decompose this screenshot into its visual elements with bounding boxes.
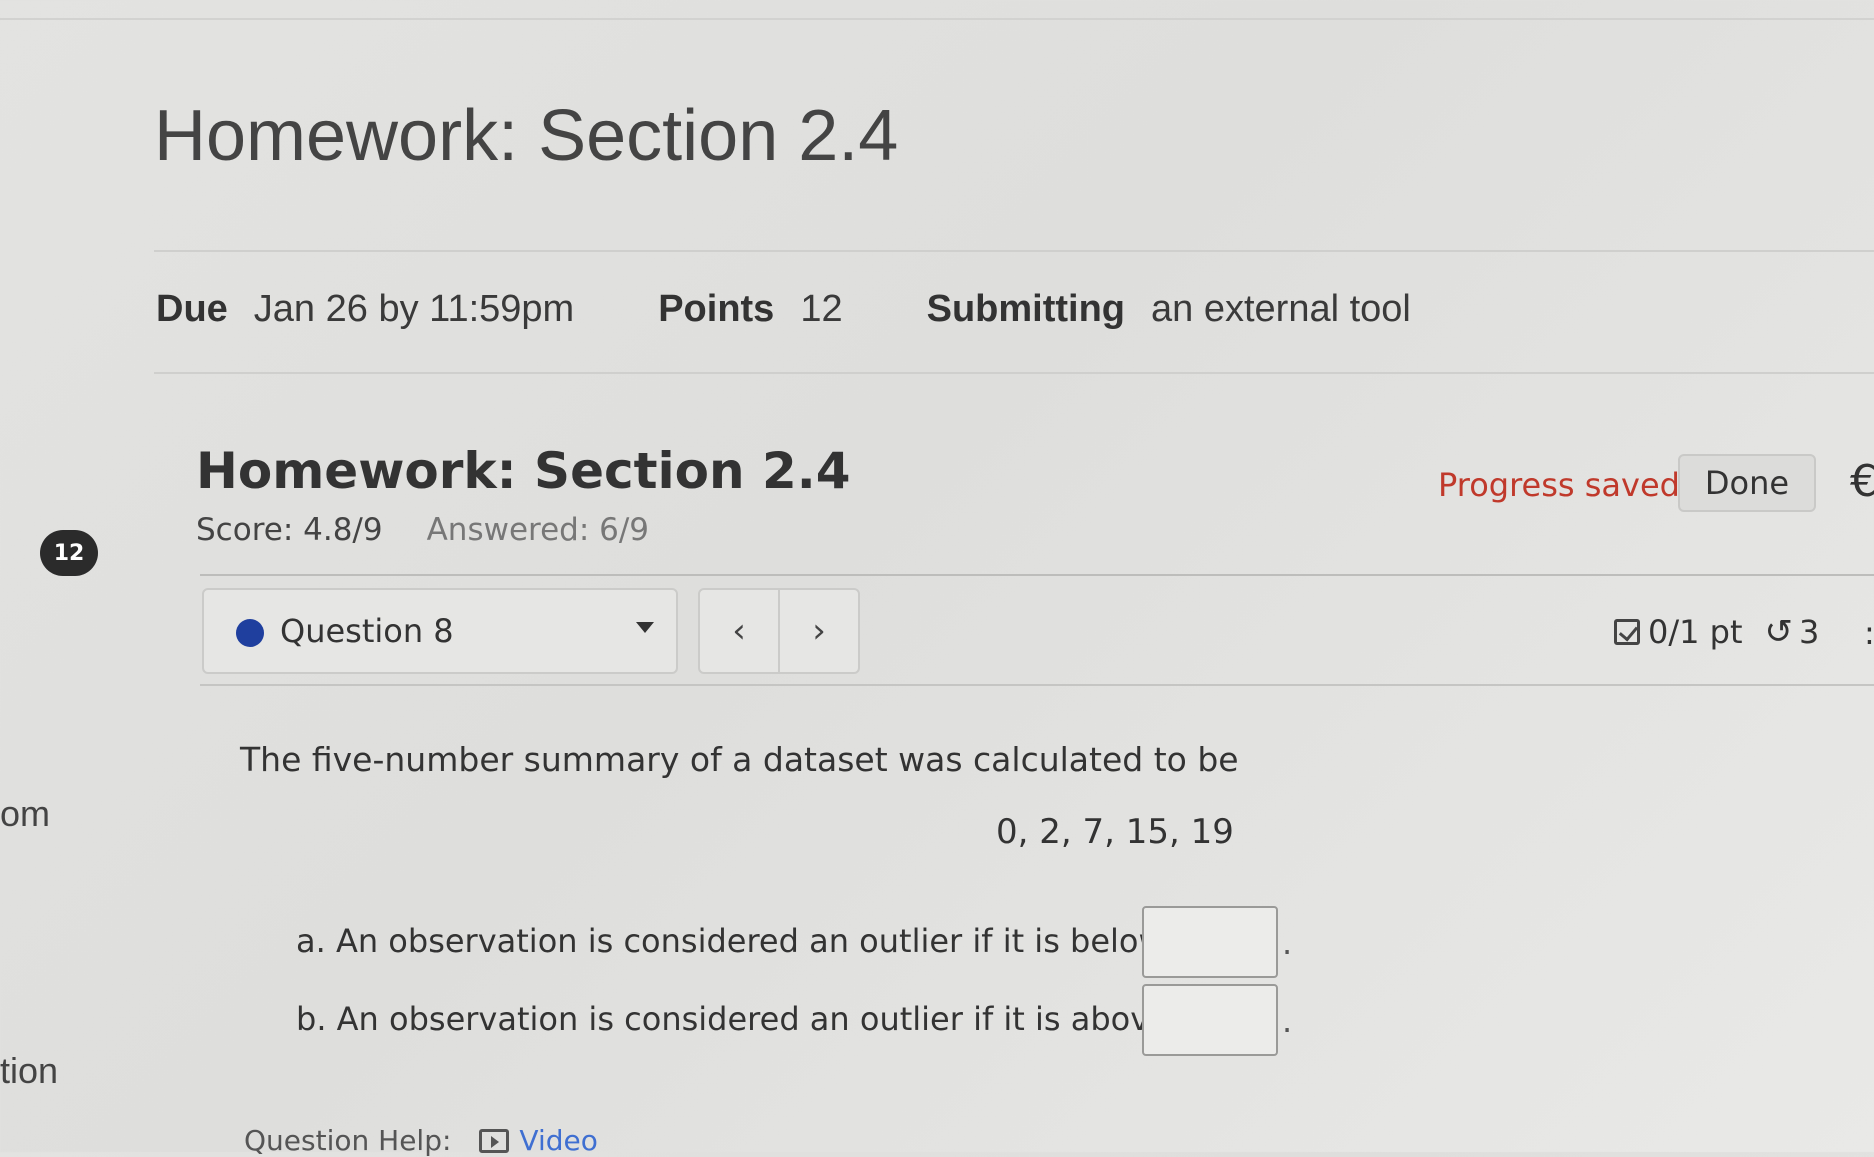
answer-input-a[interactable]	[1142, 906, 1278, 978]
more-options-icon[interactable]: :	[1864, 614, 1874, 652]
nav-top-divider	[200, 574, 1874, 576]
video-icon[interactable]	[479, 1128, 510, 1153]
question-select[interactable]: Question 8	[202, 588, 678, 674]
answered-text: Answered: 6/9	[426, 512, 650, 548]
done-button[interactable]: Done	[1678, 454, 1816, 512]
answer-input-b[interactable]	[1142, 984, 1278, 1056]
nav-bottom-divider	[200, 684, 1874, 686]
retry-icon[interactable]: ↺	[1765, 612, 1794, 652]
score-summary: Score: 4.8/9 Answered: 6/9	[196, 512, 649, 548]
chevron-left-icon: ‹	[732, 611, 746, 651]
progress-status: Progress saved	[1438, 466, 1680, 504]
attempts-count: 3	[1799, 613, 1820, 651]
question-points: 0/1 pt ↺ 3	[1614, 612, 1819, 652]
five-number-summary: 0, 2, 7, 15, 19	[996, 812, 1234, 852]
part-b-text: b. An observation is considered an outli…	[296, 1000, 1169, 1038]
page-title: Homework: Section 2.4	[154, 96, 899, 176]
part-a-text: a. An observation is considered an outli…	[296, 922, 1165, 960]
status-dot-icon	[236, 619, 264, 647]
points-text: 0/1 pt	[1648, 613, 1743, 651]
details-divider	[154, 372, 1874, 374]
question-prompt: The five-number summary of a dataset was…	[240, 740, 1239, 779]
due-label: Due	[156, 288, 228, 330]
next-question-button[interactable]: ›	[778, 588, 860, 674]
chevron-down-icon	[636, 622, 654, 633]
sidebar-fragment-top[interactable]: om	[0, 793, 50, 835]
chevron-right-icon: ›	[812, 611, 826, 651]
previous-question-button[interactable]: ‹	[698, 588, 780, 674]
assignment-title: Homework: Section 2.4	[196, 442, 851, 500]
points-value: 12	[800, 288, 843, 330]
submitting-label: Submitting	[926, 288, 1126, 330]
sidebar-fragment-bottom[interactable]: tion	[0, 1050, 58, 1092]
menu-icon[interactable]: €	[1850, 456, 1874, 507]
question-help: Question Help: Video	[244, 1124, 598, 1157]
part-b-period: .	[1282, 1002, 1293, 1040]
score-text: Score: 4.8/9	[196, 512, 383, 548]
due-value: Jan 26 by 11:59pm	[253, 288, 575, 330]
top-divider	[0, 18, 1874, 20]
title-divider	[154, 250, 1874, 252]
submitting-value: an external tool	[1151, 288, 1411, 330]
checkbox-icon	[1614, 619, 1640, 645]
assignment-details: Due Jan 26 by 11:59pm Points 12 Submitting an…	[156, 288, 1411, 331]
part-a-period: .	[1282, 924, 1293, 962]
points-label: Points	[658, 288, 775, 330]
video-link[interactable]: Video	[519, 1124, 597, 1157]
question-help-label: Question Help:	[244, 1124, 452, 1157]
question-select-label: Question 8	[280, 612, 454, 650]
notification-badge[interactable]: 12	[40, 530, 98, 576]
